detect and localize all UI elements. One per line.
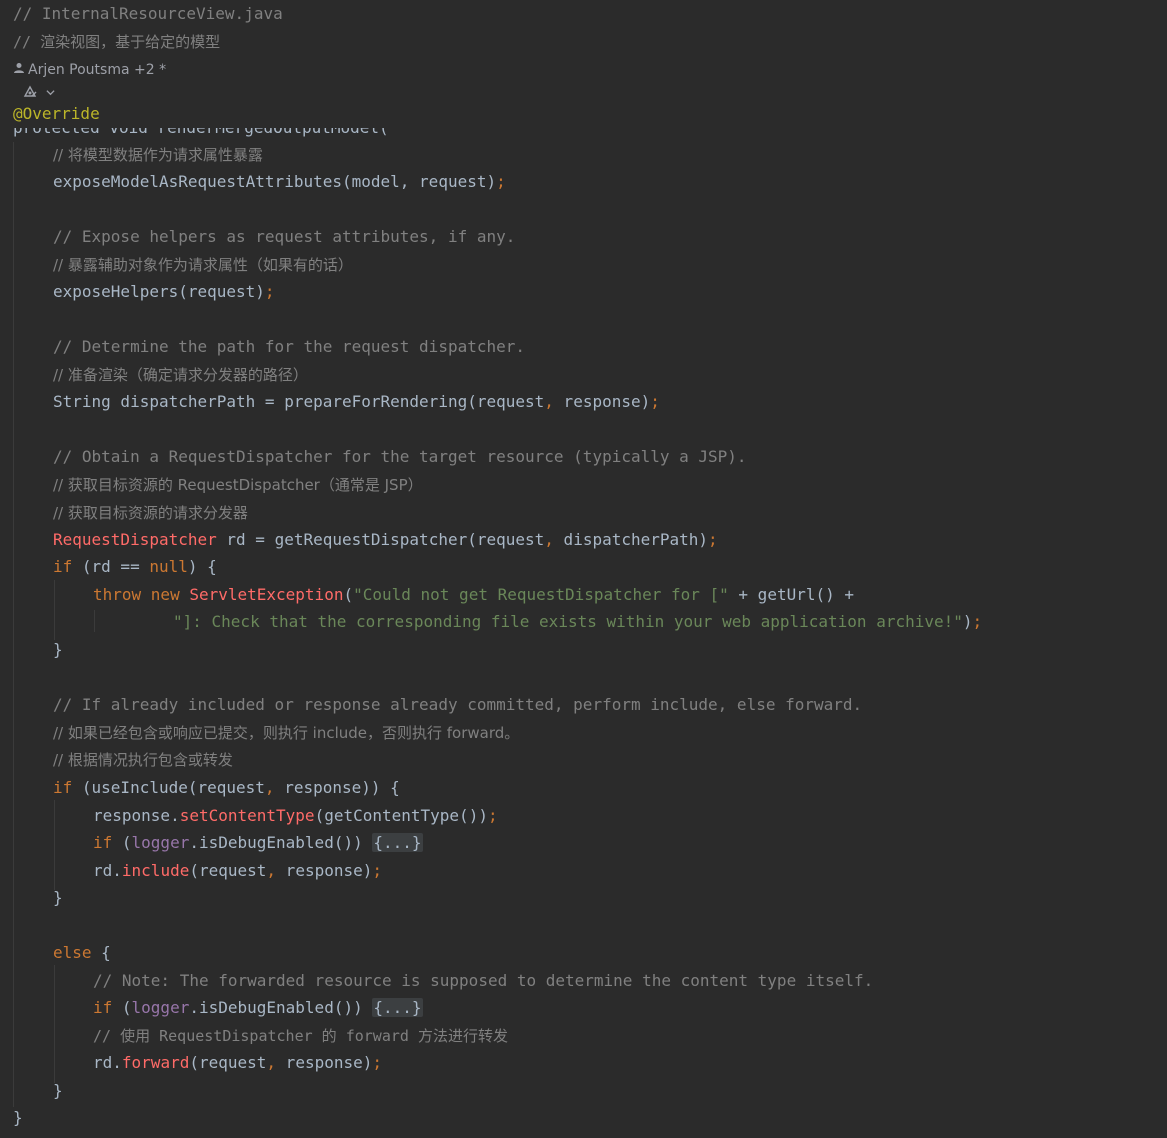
code-comment: // 准备渲染（确定请求分发器的路径）: [53, 366, 308, 384]
indent-guide: [54, 800, 55, 890]
code-brace: }: [53, 1081, 63, 1100]
override-annotation: @Override: [13, 104, 100, 123]
code-line[interactable]: exposeModelAsRequestAttributes(model, re…: [53, 171, 506, 193]
code-comment: // 暴露辅助对象作为请求属性（如果有的话）: [53, 256, 353, 274]
code-line[interactable]: String dispatcherPath = prepareForRender…: [53, 391, 660, 413]
author-names: Arjen Poutsma +2 *: [28, 62, 167, 78]
file-name-comment: // InternalResourceView.java: [13, 4, 283, 23]
code-editor[interactable]: // InternalResourceView.java // 渲染视图，基于给…: [0, 0, 1167, 1138]
code-line[interactable]: response.setContentType(getContentType()…: [93, 805, 498, 827]
folded-block[interactable]: {...}: [372, 998, 423, 1017]
author-inlay[interactable]: Arjen Poutsma +2 *: [13, 59, 166, 81]
code-comment: // 使用 RequestDispatcher 的 forward 方法进行转发: [93, 1027, 508, 1045]
code-comment: // 根据情况执行包含或转发: [53, 751, 233, 769]
code-line[interactable]: exposeHelpers(request);: [53, 281, 275, 303]
ai-assistant-widget[interactable]: [22, 82, 56, 102]
partial-method-signature: protected void renderMergedOutputModel(: [13, 128, 433, 140]
code-comment: // If already included or response alrea…: [53, 695, 863, 714]
code-line[interactable]: else {: [53, 942, 111, 964]
code-line[interactable]: if (logger.isDebugEnabled()) {...}: [93, 997, 423, 1019]
indent-guide: [54, 965, 55, 1083]
code-comment: // 如果已经包含或响应已提交，则执行 include，否则执行 forward…: [53, 724, 520, 742]
code-comment: // 获取目标资源的 RequestDispatcher（通常是 JSP）: [53, 476, 423, 494]
code-line[interactable]: if (useInclude(request, response)) {: [53, 777, 400, 799]
indent-guide: [13, 142, 14, 1107]
code-brace: }: [53, 640, 63, 659]
code-comment: // 将模型数据作为请求属性暴露: [53, 146, 263, 164]
code-line[interactable]: rd.forward(request, response);: [93, 1052, 382, 1074]
code-line[interactable]: "]: Check that the corresponding file ex…: [173, 611, 982, 633]
person-icon: [13, 59, 25, 81]
chevron-down-icon: [46, 84, 56, 100]
code-brace: }: [53, 888, 63, 907]
code-line[interactable]: if (logger.isDebugEnabled()) {...}: [93, 832, 423, 854]
code-comment: // Expose helpers as request attributes,…: [53, 227, 516, 246]
code-comment: // 获取目标资源的请求分发器: [53, 504, 248, 522]
ai-assistant-icon: [22, 84, 46, 100]
code-line[interactable]: if (rd == null) {: [53, 556, 217, 578]
code-line[interactable]: throw new ServletException("Could not ge…: [93, 584, 854, 606]
code-comment: // Obtain a RequestDispatcher for the ta…: [53, 447, 747, 466]
code-line[interactable]: RequestDispatcher rd = getRequestDispatc…: [53, 529, 718, 551]
code-comment: // Determine the path for the request di…: [53, 337, 526, 356]
title-comment: // 渲染视图，基于给定的模型: [13, 33, 221, 51]
code-line[interactable]: rd.include(request, response);: [93, 860, 382, 882]
code-comment: // Note: The forwarded resource is suppo…: [93, 971, 874, 990]
folded-block[interactable]: {...}: [372, 833, 423, 852]
code-brace: }: [13, 1108, 23, 1127]
indent-guide: [94, 610, 95, 632]
indent-guide: [54, 580, 55, 640]
